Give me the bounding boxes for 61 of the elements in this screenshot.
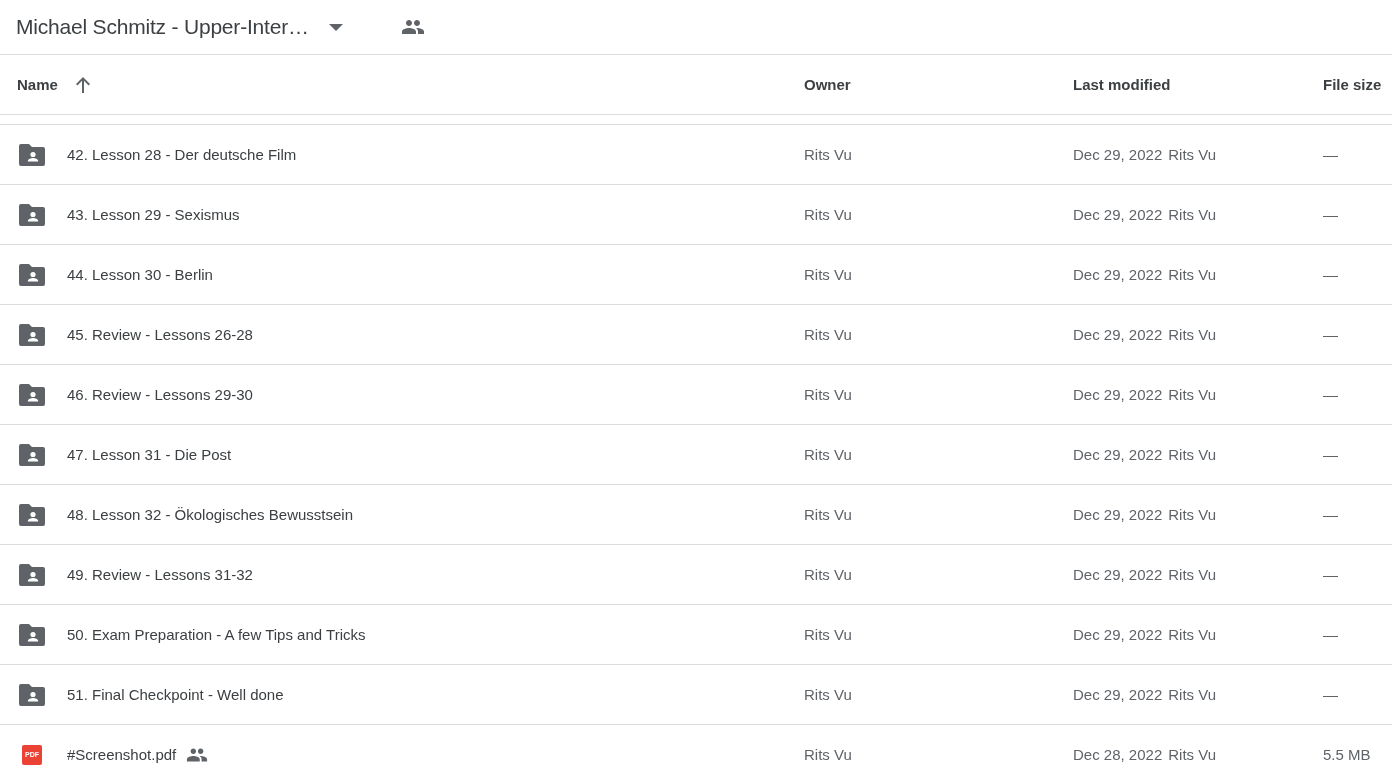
modified-by: Rits Vu bbox=[1168, 206, 1217, 223]
file-size: — bbox=[1323, 686, 1338, 703]
modified-by: Rits Vu bbox=[1168, 566, 1217, 583]
file-size: — bbox=[1323, 566, 1338, 583]
file-name: 44. Lesson 30 - Berlin bbox=[67, 266, 213, 283]
modified-by: Rits Vu bbox=[1168, 146, 1217, 163]
file-name: 50. Exam Preparation - A few Tips and Tricks bbox=[67, 626, 366, 643]
owner-name: Rits Vu bbox=[804, 266, 852, 283]
owner-name: Rits Vu bbox=[804, 746, 852, 763]
modified-date: Dec 29, 2022 bbox=[1073, 386, 1163, 403]
owner-name: Rits Vu bbox=[804, 626, 852, 643]
file-name: 45. Review - Lessons 26-28 bbox=[67, 326, 253, 343]
owner-name: Rits Vu bbox=[804, 686, 852, 703]
modified-by: Rits Vu bbox=[1168, 266, 1217, 283]
file-name: 48. Lesson 32 - Ökologisches Bewusstsein bbox=[67, 506, 353, 523]
file-size: — bbox=[1323, 626, 1338, 643]
file-name: 51. Final Checkpoint - Well done bbox=[67, 686, 284, 703]
file-name: 49. Review - Lessons 31-32 bbox=[67, 566, 253, 583]
modified-by: Rits Vu bbox=[1168, 446, 1217, 463]
column-header[interactable]: Name bbox=[17, 76, 58, 93]
modified-by: Rits Vu bbox=[1168, 746, 1217, 763]
column-header[interactable]: Owner bbox=[804, 76, 851, 93]
modified-by: Rits Vu bbox=[1168, 326, 1217, 343]
owner-name: Rits Vu bbox=[804, 326, 852, 343]
file-name: #Screenshot.pdf bbox=[67, 746, 177, 763]
file-name: 42. Lesson 28 - Der deutsche Film bbox=[67, 146, 297, 163]
caret-icon bbox=[328, 23, 343, 31]
modified-date: Dec 29, 2022 bbox=[1073, 506, 1163, 523]
file-size: — bbox=[1323, 506, 1338, 523]
owner-name: Rits Vu bbox=[804, 506, 852, 523]
owner-name: Rits Vu bbox=[804, 386, 852, 403]
column-header[interactable]: File size bbox=[1323, 76, 1382, 93]
file-size: — bbox=[1323, 326, 1338, 343]
owner-name: Rits Vu bbox=[804, 206, 852, 223]
file-size: — bbox=[1323, 266, 1338, 283]
modified-date: Dec 29, 2022 bbox=[1073, 146, 1163, 163]
file-size: — bbox=[1323, 446, 1338, 463]
column-header[interactable]: Last modified bbox=[1073, 76, 1171, 93]
file-size: — bbox=[1323, 206, 1338, 223]
modified-date: Dec 29, 2022 bbox=[1073, 206, 1163, 223]
modified-by: Rits Vu bbox=[1168, 506, 1217, 523]
modified-date: Dec 28, 2022 bbox=[1073, 746, 1163, 763]
modified-by: Rits Vu bbox=[1168, 626, 1217, 643]
file-size: — bbox=[1323, 146, 1338, 163]
modified-by: Rits Vu bbox=[1168, 686, 1217, 703]
owner-name: Rits Vu bbox=[804, 146, 852, 163]
file-name: 46. Review - Lessons 29-30 bbox=[67, 386, 253, 403]
owner-name: Rits Vu bbox=[804, 566, 852, 583]
modified-date: Dec 29, 2022 bbox=[1073, 686, 1163, 703]
owner-name: Rits Vu bbox=[804, 446, 852, 463]
file-size: 5.5 MB bbox=[1323, 746, 1371, 763]
modified-by: Rits Vu bbox=[1168, 386, 1217, 403]
folder-title: Michael Schmitz - Upper-Inter… bbox=[16, 15, 309, 39]
file-size: — bbox=[1323, 386, 1338, 403]
modified-date: Dec 29, 2022 bbox=[1073, 626, 1163, 643]
file-name: 47. Lesson 31 - Die Post bbox=[67, 446, 232, 463]
modified-date: Dec 29, 2022 bbox=[1073, 566, 1163, 583]
modified-date: Dec 29, 2022 bbox=[1073, 326, 1163, 343]
file-name: 43. Lesson 29 - Sexismus bbox=[67, 206, 240, 223]
modified-date: Dec 29, 2022 bbox=[1073, 446, 1163, 463]
modified-date: Dec 29, 2022 bbox=[1073, 266, 1163, 283]
